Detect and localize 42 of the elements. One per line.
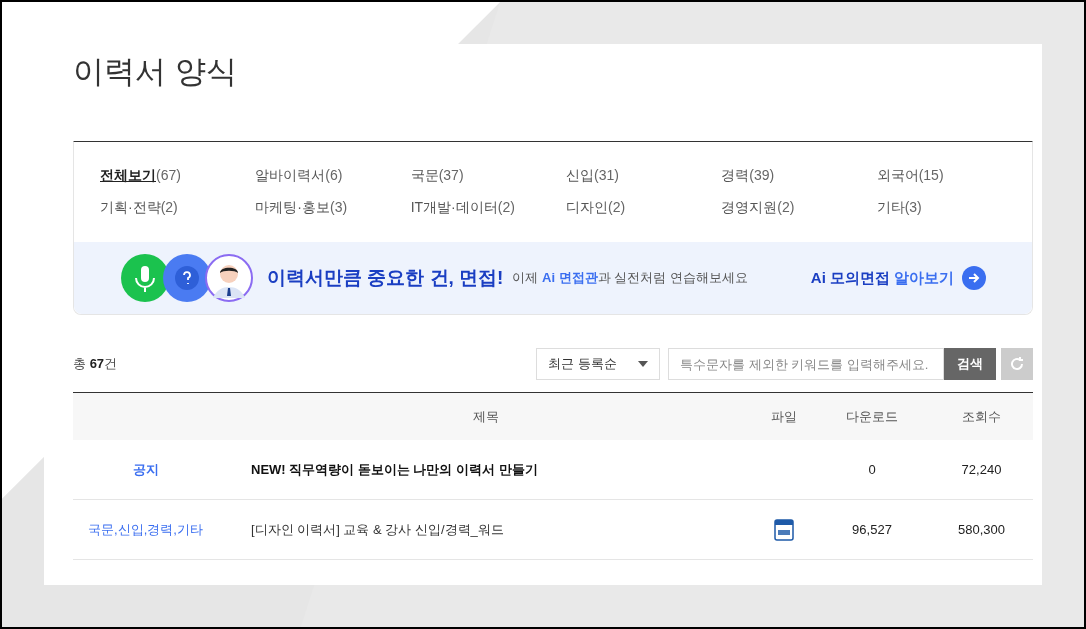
category-cell[interactable]: 공지 (73, 459, 218, 480)
search-button[interactable]: 검색 (944, 348, 996, 380)
category-link[interactable]: IT개발·데이터(2) (410, 196, 566, 218)
category-link[interactable]: 기획·전략(2) (100, 196, 256, 218)
category-link[interactable]: 국문(37) (410, 164, 566, 186)
arrow-right-icon (962, 266, 986, 290)
banner-subtext: 이제 Ai 면접관과 실전처럼 연습해보세요 (512, 269, 748, 288)
mock-interview-link[interactable]: Ai 모의면접 알아보기 (810, 266, 986, 290)
views-cell-text: 72,240 (960, 460, 1003, 479)
category-cell[interactable]: 국문,신입,경력,기타 (73, 519, 218, 540)
dropdown-caret-icon (638, 361, 648, 367)
category-link[interactable]: 알바이력서(6) (255, 164, 411, 186)
table-row[interactable]: 공지 NEW! 직무역량이 돋보이는 나만의 이력서 만들기 0 72,240 (73, 440, 1033, 500)
downloads-cell-text: 96,527 (851, 520, 893, 539)
category-link[interactable]: 전체보기(67) (100, 164, 256, 186)
document-file-icon[interactable] (774, 518, 794, 541)
row-title-link[interactable]: [디자인 이력서] 교육 & 강사 신입/경력_워드 (251, 521, 504, 537)
category-link[interactable]: 기타(3) (876, 196, 1032, 218)
column-header: 조회수 (961, 407, 1002, 426)
views-cell-text: 580,300 (957, 520, 1006, 539)
table-row[interactable]: 국문,신입,경력,기타 [디자인 이력서] 교육 & 강사 신입/경력_워드 96,527 580,300 (73, 500, 1033, 560)
category-link[interactable]: 신입(31) (566, 164, 722, 186)
category-link[interactable]: 외국어(15) (876, 164, 1032, 186)
row-title-link[interactable]: NEW! 직무역량이 돋보이는 나만의 이력서 만들기 (251, 461, 538, 477)
microphone-icon (121, 254, 169, 302)
category-link[interactable]: 경영지원(2) (721, 196, 877, 218)
column-header: 다운로드 (845, 407, 899, 426)
total-count: 총 67건 (73, 355, 118, 374)
column-header: 제목 (472, 407, 500, 426)
category-link[interactable]: 경력(39) (721, 164, 877, 186)
refresh-icon (1008, 355, 1026, 373)
question-bubble-icon (163, 254, 211, 302)
interviewer-avatar-icon (205, 254, 253, 302)
sort-select[interactable]: 최근 등록순 (536, 348, 660, 380)
category-link[interactable]: 마케팅·홍보(3) (255, 196, 411, 218)
page-title: 이력서 양식 (73, 53, 238, 91)
downloads-cell-text: 0 (867, 460, 877, 479)
search-field[interactable]: 특수문자를 제외한 키워드를 입력해주세요. (668, 348, 944, 380)
banner-headline: 이력서만큼 중요한 건, 면접! (267, 265, 504, 290)
category-link[interactable]: 디자인(2) (566, 196, 722, 218)
column-header: 파일 (770, 407, 798, 426)
interview-banner[interactable]: 이력서만큼 중요한 건, 면접! 이제 Ai 면접관과 실전처럼 연습해보세요 Ai 모의면접 알아보기 (74, 242, 1032, 314)
